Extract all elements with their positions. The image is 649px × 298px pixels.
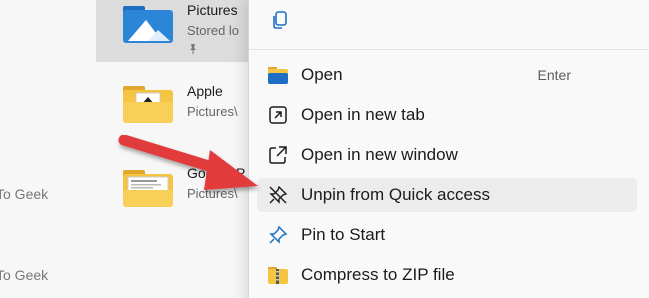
item-path: Pictures\ xyxy=(187,104,238,119)
open-new-tab-icon xyxy=(267,104,289,126)
zip-icon xyxy=(267,264,289,286)
menu-item-open[interactable]: Open Enter xyxy=(257,58,637,92)
menu-item-compress-to-zip[interactable]: Compress to ZIP file xyxy=(257,258,637,292)
menu-divider xyxy=(249,49,649,50)
menu-item-label: Unpin from Quick access xyxy=(301,185,490,204)
item-name: Google P xyxy=(187,165,246,181)
menu-item-open-in-new-window[interactable]: Open in new window xyxy=(257,138,637,172)
folder-icon xyxy=(123,170,173,207)
shortcut-hint: Enter xyxy=(537,67,571,83)
folder-icon xyxy=(267,64,289,86)
menu-item-label: Open in new tab xyxy=(301,105,425,124)
quick-access-item-apple[interactable]: Apple Pictures\ xyxy=(96,78,256,138)
menu-item-label: Open in new window xyxy=(301,145,458,164)
item-path: Pictures\ xyxy=(187,186,238,201)
item-name: Apple xyxy=(187,83,223,99)
pictures-folder-icon xyxy=(123,6,173,43)
pin-icon xyxy=(267,224,289,246)
pin-icon xyxy=(190,44,196,54)
screen: To Geek To Geek Pictures Stored lo Apple… xyxy=(0,0,649,298)
folder-icon xyxy=(123,86,173,123)
copy-icon[interactable] xyxy=(269,9,291,31)
menu-item-label: Compress to ZIP file xyxy=(301,265,455,284)
quick-access-item-pictures[interactable]: Pictures Stored lo xyxy=(96,0,256,62)
item-name: Pictures xyxy=(187,2,238,18)
menu-item-unpin-from-quick-access[interactable]: Unpin from Quick access xyxy=(257,178,637,212)
menu-item-label: Open xyxy=(301,65,343,84)
context-menu: Open Enter Open in new tab Open in new w… xyxy=(248,0,649,298)
nav-item-label[interactable]: To Geek xyxy=(0,267,48,283)
item-path: Stored lo xyxy=(187,23,240,38)
menu-item-label: Pin to Start xyxy=(301,225,386,244)
unpin-icon xyxy=(267,184,289,206)
nav-item-label[interactable]: To Geek xyxy=(0,186,48,202)
menu-item-pin-to-start[interactable]: Pin to Start xyxy=(257,218,637,252)
open-new-window-icon xyxy=(267,144,289,166)
menu-item-open-in-new-tab[interactable]: Open in new tab xyxy=(257,98,637,132)
quick-access-item-google-photos[interactable]: Google P Pictures\ xyxy=(96,160,256,220)
